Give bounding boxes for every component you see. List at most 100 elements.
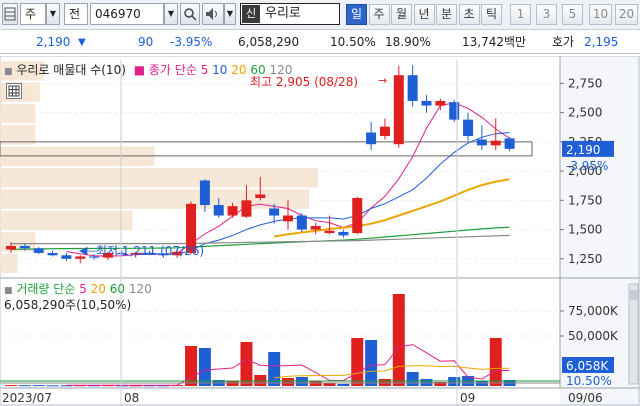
- candle-up: [435, 100, 446, 106]
- volume-legend-title: 거래량 단순: [16, 282, 76, 296]
- legend-marker-icon: ■: [4, 67, 13, 77]
- candle-down: [296, 215, 307, 230]
- market-label: 전: [69, 7, 81, 21]
- candle-up: [227, 206, 238, 216]
- interval-button[interactable]: 10: [589, 4, 612, 25]
- volume-bar: [351, 338, 364, 386]
- search-button[interactable]: [180, 3, 200, 25]
- volume-bar: [365, 340, 378, 386]
- stock-chart[interactable]: 1,2501,5001,7502,0002,2502,5002,75050,00…: [0, 56, 640, 406]
- candle-down: [463, 119, 474, 137]
- price-tick-label: 1,250: [568, 252, 602, 266]
- ma-legend-title: 종가 단순: [148, 63, 197, 77]
- volume-bar: [5, 385, 17, 387]
- candle-down: [504, 138, 515, 149]
- volume-tag: 6,058K: [566, 359, 609, 373]
- bid-price: 2,195: [584, 35, 619, 49]
- candle-up: [255, 194, 266, 198]
- period-tab[interactable]: 월: [391, 4, 412, 25]
- candle-up: [379, 126, 390, 137]
- period-tab[interactable]: 일: [346, 4, 367, 25]
- volume-bar: [18, 385, 31, 387]
- candle-down: [476, 139, 487, 146]
- candle-down: [366, 132, 377, 145]
- chart-type-select[interactable]: 주: [20, 3, 46, 25]
- price-tag: 2,190: [566, 143, 600, 157]
- volume-bar: [240, 342, 253, 386]
- grid-icon: [4, 7, 16, 21]
- high-arrow-icon: →: [378, 74, 388, 87]
- period-tab[interactable]: 주: [368, 4, 390, 25]
- volume-bar: [337, 384, 350, 386]
- interval-button[interactable]: 3: [536, 4, 557, 25]
- current-price: 2,190: [36, 35, 71, 49]
- layout-button[interactable]: [2, 3, 18, 25]
- chart-canvas: 1,2501,5001,7502,0002,2502,5002,75050,00…: [0, 56, 640, 406]
- candle-up: [241, 200, 252, 217]
- volume-ratio: 10.50%: [330, 35, 376, 49]
- volume-profile-bar: [0, 189, 310, 209]
- volume-profile-bar: [0, 103, 36, 124]
- table-toggle-button[interactable]: [6, 83, 22, 99]
- x-axis-label: 09/06: [568, 391, 603, 405]
- market-select[interactable]: 전: [64, 3, 88, 25]
- stock-code: 046970: [95, 7, 141, 21]
- period-tab[interactable]: 초: [458, 4, 480, 25]
- volume-bar: [198, 348, 211, 386]
- candle-up: [490, 140, 501, 146]
- stock-code-input[interactable]: 046970: [90, 3, 164, 25]
- code-dropdown-chevron-icon[interactable]: ▼: [164, 3, 178, 25]
- volume-profile-bar: [0, 253, 18, 273]
- ma10-legend: 10: [212, 63, 228, 77]
- interval-button[interactable]: 20: [615, 4, 638, 25]
- interval-button[interactable]: 5: [562, 4, 583, 25]
- price-tick-label: 1,750: [568, 193, 602, 207]
- sound-button[interactable]: [202, 3, 224, 25]
- credit-badge: 신: [242, 5, 260, 23]
- trade-amount: 13,742백만: [462, 35, 527, 49]
- candle-down: [47, 252, 58, 256]
- candle-up: [352, 197, 363, 234]
- down-arrow-icon: ▼: [78, 37, 86, 48]
- volume-bar: [392, 294, 405, 386]
- price-change-pct: -3.95%: [170, 35, 213, 49]
- x-axis-label: 2023/07: [2, 391, 52, 405]
- stock-name-box[interactable]: 신 우리로: [240, 3, 340, 25]
- vol-ma120-legend: 120: [128, 282, 152, 296]
- scrollbar-thumb[interactable]: [630, 290, 637, 300]
- volume-bar: [46, 385, 59, 387]
- volume-bar: [282, 378, 294, 386]
- sound-dropdown-chevron-icon[interactable]: ▼: [224, 3, 236, 25]
- price-tick-label: 2,500: [568, 106, 602, 120]
- quote-bar: 2,190 ▼ 90 -3.95% 6,058,290 10.50% 18.90…: [0, 30, 640, 54]
- volume-bar: [32, 385, 45, 387]
- period-tab[interactable]: 분: [436, 4, 457, 25]
- volume-pct-tag: 10.50%: [566, 374, 612, 388]
- volume-bar: [489, 338, 502, 386]
- table-icon: [8, 85, 20, 97]
- interval-button[interactable]: 1: [510, 4, 531, 25]
- candle-down: [61, 255, 72, 259]
- price-pct-tag: -3.95%: [566, 159, 608, 173]
- volume-profile-bar: [0, 210, 133, 231]
- period-tab[interactable]: 년: [413, 4, 435, 25]
- candle-up: [393, 75, 404, 145]
- candle-down: [338, 231, 349, 236]
- period-tab[interactable]: 틱: [481, 4, 502, 25]
- candle-down: [199, 180, 210, 206]
- bid-label: 호가: [552, 35, 575, 49]
- vol-ma20-legend: 20: [90, 282, 106, 296]
- high-price-annotation: 최고 2,905 (08/28): [250, 75, 359, 89]
- ma-legend-marker-icon: ■: [133, 63, 146, 77]
- candle-up: [6, 245, 16, 250]
- candle-up: [310, 226, 321, 230]
- chevron-down-icon[interactable]: ▼: [46, 3, 60, 25]
- candle-down: [19, 245, 30, 249]
- low-price-annotation: 최저 1,211 (07/26): [96, 244, 205, 258]
- candle-down: [449, 102, 460, 120]
- ma5-legend: 5: [200, 63, 209, 77]
- volume-tick-label: 50,000K: [568, 329, 619, 343]
- price-change: 90: [138, 35, 154, 49]
- vol-ma5-legend: 5: [79, 282, 87, 296]
- chart-type-label: 주: [25, 7, 37, 21]
